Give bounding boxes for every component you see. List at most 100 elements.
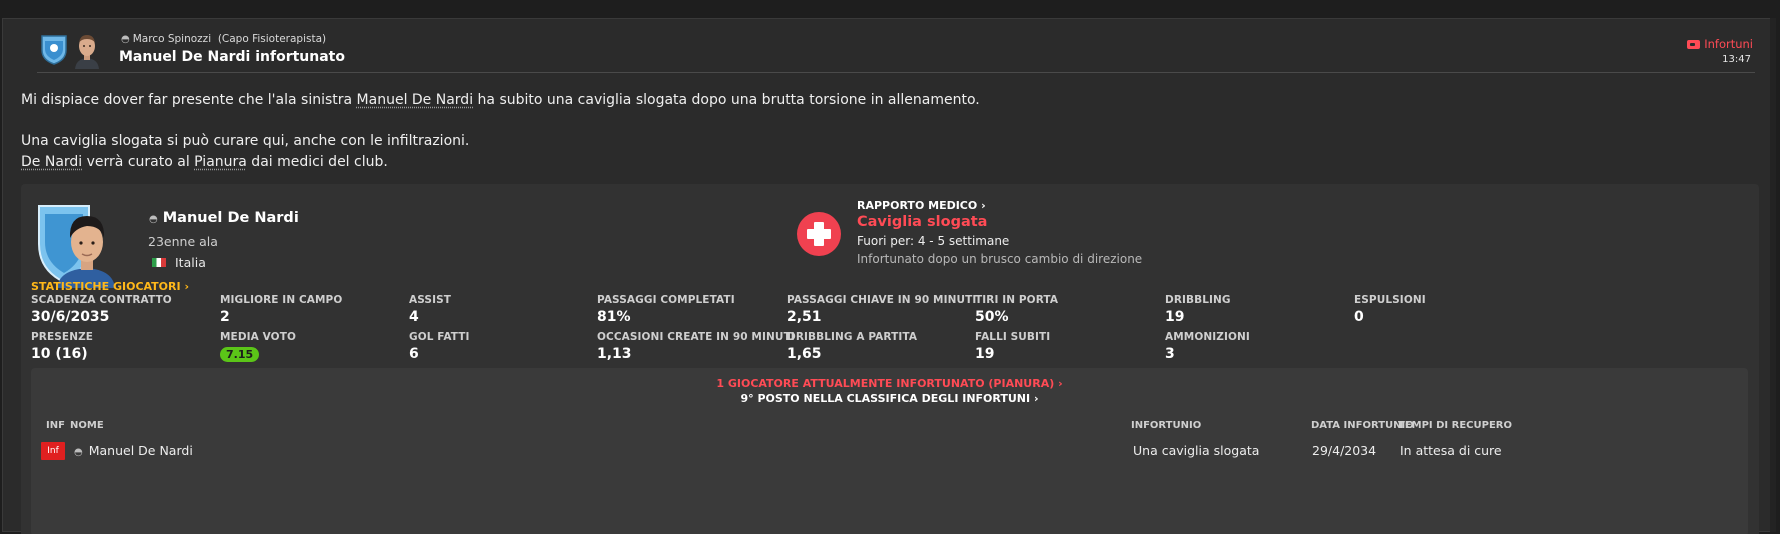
chevron-right-icon: › [981, 199, 986, 212]
stat-pass-completion: PASSAGGI COMPLETATI 81% [597, 294, 735, 325]
chevron-right-icon: › [1033, 392, 1039, 405]
sender-line[interactable]: ◓ Marco Spinozzi (Capo Fisioterapista) [121, 33, 326, 45]
message-window: ◓ Marco Spinozzi (Capo Fisioterapista) Ma… [2, 18, 1776, 534]
chevron-right-icon: › [184, 280, 189, 293]
person-icon: ◓ [74, 447, 83, 458]
injury-rank-link[interactable]: 9° POSTO NELLA CLASSIFICA DEGLI INFORTUN… [31, 392, 1748, 405]
stat-label: AMMONIZIONI [1165, 331, 1250, 343]
stat-value: 4 [409, 309, 419, 325]
staff-avatar-icon[interactable] [71, 31, 103, 69]
para3-text-a: verrà curato al [82, 154, 195, 170]
stat-value: 30/6/2035 [31, 309, 110, 325]
stat-value: 0 [1354, 309, 1364, 325]
stat-label: DRIBBLING [1165, 294, 1231, 306]
sender-name: Marco Spinozzi [132, 33, 212, 45]
player-nationality[interactable]: Italia [152, 255, 206, 270]
injured-players-panel: 1 GIOCATORE ATTUALMENTE INFORTUNATO (PIA… [31, 368, 1748, 534]
stat-label: OCCASIONI CREATE IN 90 MINUTI [597, 331, 795, 343]
para1-text-a: Mi dispiace dover far presente che l'ala… [21, 92, 357, 108]
player-portrait[interactable] [37, 200, 117, 288]
person-icon: ◓ [121, 34, 130, 45]
message-paragraph-3: De Nardi verrà curato al Pianura dai med… [21, 154, 388, 170]
stat-label: TIRI IN PORTA [975, 294, 1059, 306]
tag-icon [1687, 40, 1701, 49]
chevron-right-icon: › [1058, 377, 1063, 390]
stat-label: FALLI SUBITI [975, 331, 1051, 343]
stat-value: 3 [1165, 346, 1175, 362]
stat-key-passes: PASSAGGI CHIAVE IN 90 MINUTI 2,51 [787, 294, 976, 325]
player-short-link[interactable]: De Nardi [21, 154, 82, 170]
row-recovery-time: In attesa di cure [1400, 443, 1502, 458]
medical-report-link[interactable]: RAPPORTO MEDICO › [857, 199, 986, 212]
stat-value: 1,65 [787, 346, 822, 362]
stat-label: SCADENZA CONTRATTO [31, 294, 172, 306]
stat-label: ESPULSIONI [1354, 294, 1426, 306]
stat-value: 81% [597, 309, 631, 325]
stat-fouls-suffered: FALLI SUBITI 19 [975, 331, 1050, 362]
injured-count-link[interactable]: 1 GIOCATORE ATTUALMENTE INFORTUNATO (PIA… [31, 377, 1748, 390]
person-icon: ◓ [149, 214, 158, 225]
injury-card: ◓ Manuel De Nardi 23enne ala Italia RAPPO… [21, 184, 1759, 534]
injury-description: Infortunato dopo un brusco cambio di dir… [857, 252, 1143, 266]
stat-label: PASSAGGI COMPLETATI [597, 294, 735, 306]
header-divider [37, 72, 1755, 73]
stat-value: 1,13 [597, 346, 632, 362]
column-header-injury[interactable]: INFORTUNIO [1131, 420, 1201, 431]
injury-status-badge: Inf [41, 442, 65, 460]
sender-role: (Capo Fisioterapista) [217, 33, 327, 45]
para3-text-b: dai medici del club. [246, 154, 388, 170]
stat-label: PRESENZE [31, 331, 94, 343]
stat-value: 2,51 [787, 309, 822, 325]
player-stats-label: STATISTICHE GIOCATORI [31, 280, 181, 293]
message-time: 13:47 [1722, 54, 1751, 65]
stat-dribbles: DRIBBLING 19 [1165, 294, 1231, 325]
rating-badge: 7.15 [220, 347, 260, 362]
stat-label: MEDIA VOTO [220, 331, 296, 343]
stat-red-cards: ESPULSIONI 0 [1354, 294, 1426, 325]
injury-rank-label: 9° POSTO NELLA CLASSIFICA DEGLI INFORTUN… [740, 392, 1031, 405]
column-header-inf[interactable]: INF [46, 420, 65, 431]
stat-appearances: PRESENZE 10 (16) [31, 331, 93, 362]
message-paragraph-2: Una caviglia slogata si può curare qui, … [21, 133, 470, 149]
stat-contract-expiry: SCADENZA CONTRATTO 30/6/2035 [31, 294, 172, 325]
column-header-recovery[interactable]: TEMPI DI RECUPERO [1398, 420, 1512, 431]
stat-value: 2 [220, 309, 230, 325]
scrollbar[interactable] [1770, 18, 1776, 532]
stat-chances-created: OCCASIONI CREATE IN 90 MINUTI 1,13 [597, 331, 795, 362]
stat-value: 6 [409, 346, 419, 362]
row-player-name-text: Manuel De Nardi [88, 443, 193, 458]
club-link[interactable]: Pianura [194, 154, 247, 170]
message-paragraph-1: Mi dispiace dover far presente che l'ala… [21, 92, 980, 108]
injury-name: Caviglia slogata [857, 214, 988, 230]
stat-label: DRIBBLING A PARTITA [787, 331, 918, 343]
player-name-text: Manuel De Nardi [162, 210, 299, 226]
player-name[interactable]: ◓ Manuel De Nardi [149, 210, 299, 226]
para1-text-b: ha subito una caviglia slogata dopo una … [473, 92, 980, 108]
message-subject: Manuel De Nardi infortunato [119, 49, 345, 65]
category-tag-label: Infortuni [1704, 37, 1753, 51]
player-stats-link[interactable]: STATISTICHE GIOCATORI › [31, 280, 189, 293]
stat-assists: ASSIST 4 [409, 294, 451, 325]
row-injury: Una caviglia slogata [1133, 443, 1260, 458]
column-header-name[interactable]: NOME [70, 420, 104, 431]
stat-player-of-match: MIGLIORE IN CAMPO 2 [220, 294, 342, 325]
stat-dribbles-per-game: DRIBBLING A PARTITA 1,65 [787, 331, 917, 362]
stat-value: 10 (16) [31, 346, 88, 362]
stat-value: 50% [975, 309, 1009, 325]
medical-cross-icon [797, 212, 841, 256]
category-tag[interactable]: Infortuni [1687, 37, 1753, 51]
stat-label: GOL FATTI [409, 331, 470, 343]
stat-shots-on-target: TIRI IN PORTA 50% [975, 294, 1058, 325]
stat-value: 19 [975, 346, 995, 362]
stat-yellow-cards: AMMONIZIONI 3 [1165, 331, 1250, 362]
stat-value: 19 [1165, 309, 1185, 325]
stat-label: ASSIST [409, 294, 452, 306]
player-link[interactable]: Manuel De Nardi [357, 92, 474, 108]
stat-goals: GOL FATTI 6 [409, 331, 470, 362]
medical-report-label: RAPPORTO MEDICO [857, 199, 978, 212]
injured-count-label: 1 GIOCATORE ATTUALMENTE INFORTUNATO (PIA… [716, 377, 1055, 390]
message-header: ◓ Marco Spinozzi (Capo Fisioterapista) Ma… [37, 27, 1755, 72]
club-crest-icon[interactable] [39, 33, 69, 65]
row-player-name[interactable]: ◓ Manuel De Nardi [74, 443, 193, 458]
stat-average-rating: MEDIA VOTO 7.15 [220, 331, 296, 362]
